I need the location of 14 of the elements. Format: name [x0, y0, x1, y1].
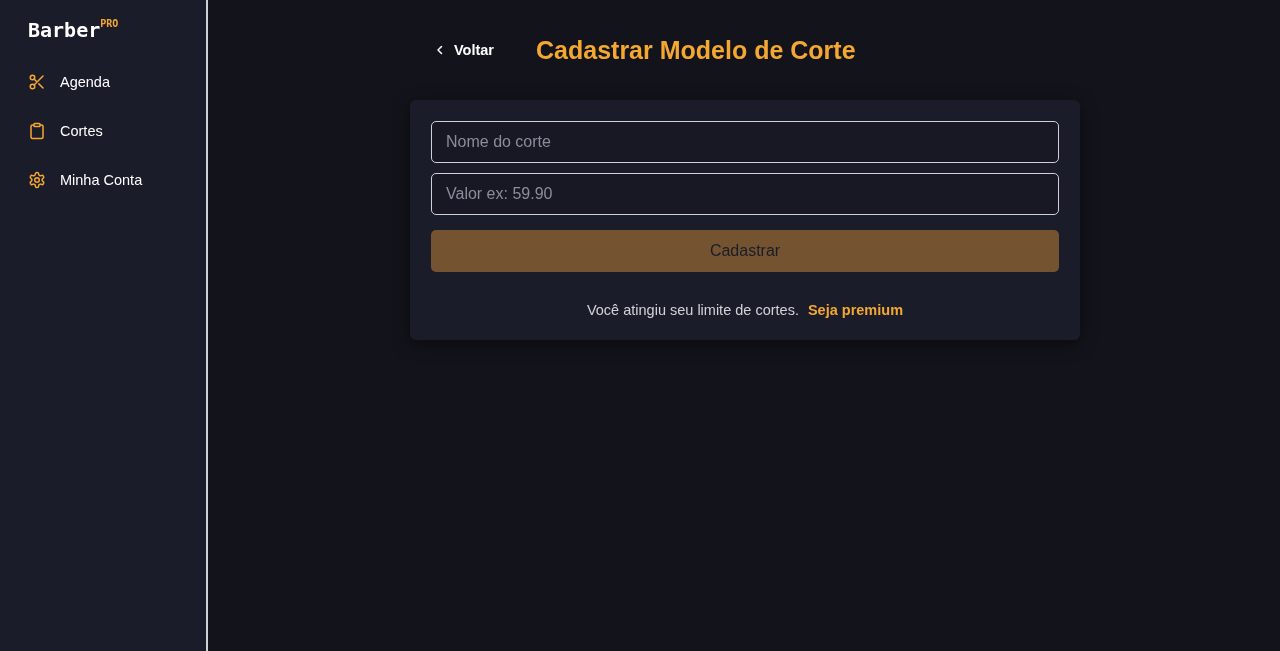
logo-superscript: PRO — [100, 18, 119, 29]
scissors-icon — [28, 73, 46, 91]
nav-item[interactable]: Cortes — [28, 121, 206, 141]
back-link[interactable]: Voltar — [434, 42, 495, 58]
limit-message: Você atingiu seu limite de cortes. — [586, 302, 799, 318]
clipboard-icon — [28, 122, 46, 140]
nav-item[interactable]: Agenda — [28, 72, 206, 92]
page-title: Cadastrar Modelo de Corte — [536, 35, 856, 65]
input-field[interactable]: Valor ex: 59.90 — [431, 173, 1059, 215]
settings-icon — [28, 171, 46, 189]
premium-link[interactable]: Seja premium — [807, 302, 904, 318]
input-field[interactable]: Nome do corte — [431, 121, 1059, 163]
logo-text: Barber — [28, 18, 101, 42]
nav-item[interactable]: Minha Conta — [28, 170, 206, 190]
